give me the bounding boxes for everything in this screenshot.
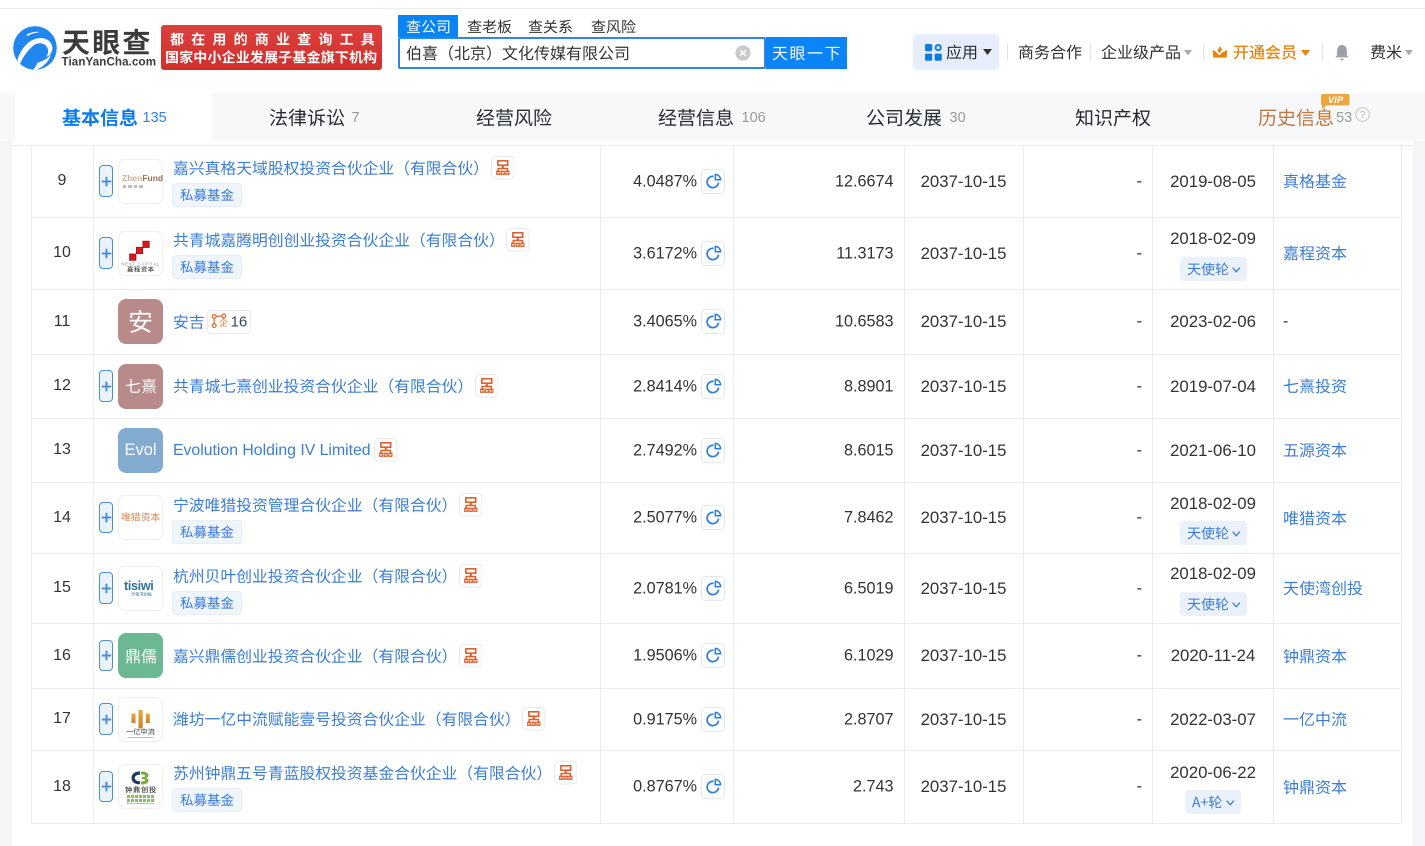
svg-text:?: ?	[1360, 110, 1366, 121]
svg-text:VIP: VIP	[1327, 95, 1343, 106]
